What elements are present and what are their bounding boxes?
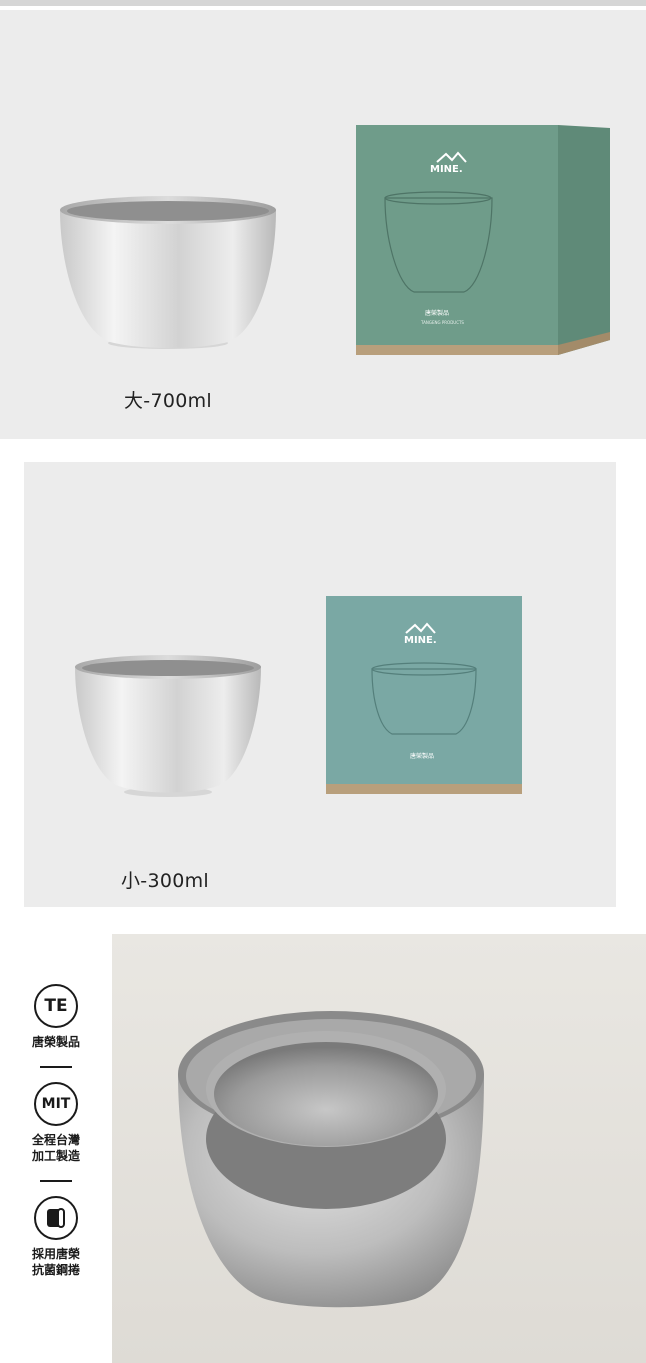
mit-logo-icon: MIT xyxy=(34,1082,78,1126)
steel-coil-icon xyxy=(34,1196,78,1240)
badge-steel: 採用唐榮 抗菌鋼捲 xyxy=(0,1196,112,1278)
small-box-brand: MINE. xyxy=(404,635,437,646)
large-box-brand: MINE. xyxy=(430,164,463,175)
small-gift-box xyxy=(326,596,522,794)
small-bowl-product-image: MINE. 唐榮製品 xyxy=(75,596,522,797)
large-bowl-panel: MINE. 唐榮製品 TANGENG PRODUCTS 大-700ml xyxy=(0,10,646,439)
badge-mit-line2: 加工製造 xyxy=(31,1149,80,1163)
large-size-label: 大-700ml xyxy=(124,390,213,412)
large-box-maker: 唐榮製品 xyxy=(425,309,449,317)
badge-te: TE 唐榮製品 xyxy=(0,984,112,1050)
small-bowl-panel: MINE. 唐榮製品 小-300ml xyxy=(24,462,616,907)
badge-steel-line2: 抗菌鋼捲 xyxy=(31,1263,80,1277)
large-bowl-product-image: MINE. 唐榮製品 TANGENG PRODUCTS xyxy=(60,125,610,355)
small-size-label: 小-300ml xyxy=(121,870,210,892)
large-gift-box xyxy=(356,125,610,355)
badge-divider xyxy=(40,1180,72,1182)
badge-te-text: 唐榮製品 xyxy=(31,1035,80,1049)
badge-mit: MIT 全程台灣 加工製造 xyxy=(0,1082,112,1164)
badge-mit-line1: 全程台灣 xyxy=(31,1133,80,1147)
small-box-maker: 唐榮製品 xyxy=(410,752,434,760)
top-divider-bar xyxy=(0,0,646,6)
te-logo-icon: TE xyxy=(34,984,78,1028)
large-bowl xyxy=(60,196,276,349)
large-box-maker-en: TANGENG PRODUCTS xyxy=(420,320,464,325)
badge-steel-line1: 採用唐榮 xyxy=(31,1247,80,1261)
small-bowl xyxy=(75,655,261,797)
small-bowl-inner xyxy=(206,1031,446,1209)
badge-divider xyxy=(40,1066,72,1068)
feature-badges-column: TE 唐榮製品 MIT 全程台灣 加工製造 採用唐榮 抗菌鋼捲 xyxy=(0,934,112,1363)
nested-bowls-panel: TE 唐榮製品 MIT 全程台灣 加工製造 採用唐榮 抗菌鋼捲 xyxy=(0,934,646,1363)
